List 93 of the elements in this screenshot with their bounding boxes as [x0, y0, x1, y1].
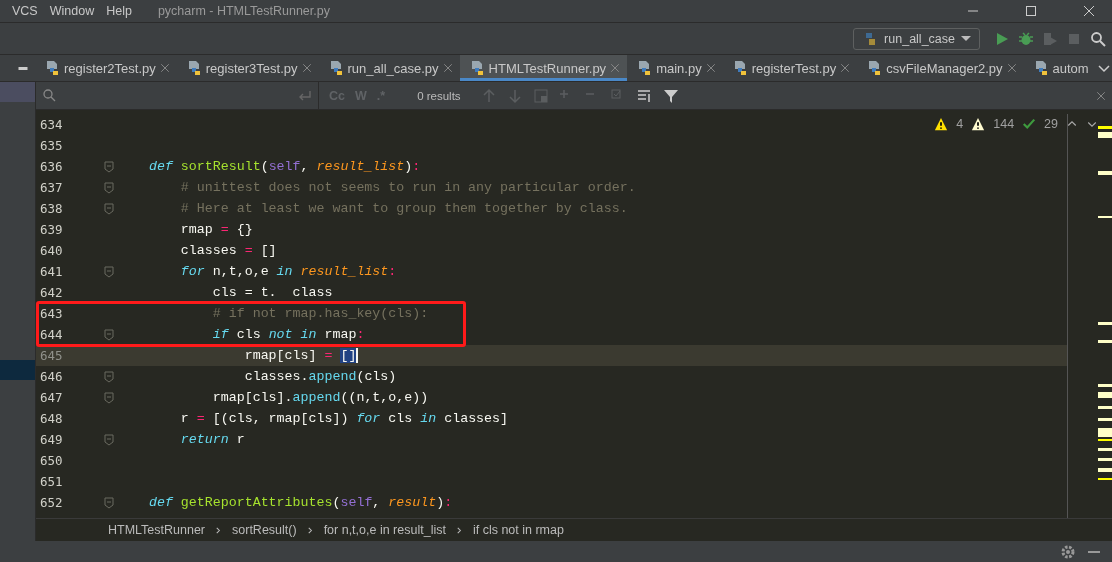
coverage-icon[interactable] [1042, 30, 1058, 47]
close-tab-icon[interactable] [442, 63, 453, 73]
search-icon [42, 87, 58, 104]
menu-item[interactable]: VCS [12, 4, 38, 18]
arrow-down-icon[interactable] [506, 87, 523, 104]
warning-icon[interactable] [934, 116, 949, 132]
fold-marker-icon[interactable] [104, 265, 114, 278]
error-count: 4 [956, 117, 964, 131]
chevron-right-icon [306, 526, 314, 534]
code-line: classes = [] [179, 243, 277, 258]
warning-icon[interactable] [971, 116, 986, 132]
fold-marker-icon[interactable] [104, 433, 114, 446]
fold-marker-icon[interactable] [104, 328, 114, 341]
close-tab-icon[interactable] [301, 63, 312, 73]
minimize-icon[interactable] [17, 66, 29, 70]
code-line: # if not rmap.has_key(cls): [211, 306, 429, 321]
line-number: 649 [39, 432, 64, 447]
code-line: return r [179, 432, 245, 447]
line-number: 642 [39, 285, 64, 300]
check-icon[interactable] [1022, 116, 1037, 132]
fold-marker-icon[interactable] [104, 391, 114, 404]
line-number: 638 [39, 201, 64, 216]
line-number: 647 [39, 390, 64, 405]
code-line: rmap = {} [179, 222, 253, 237]
line-number: 641 [39, 264, 64, 279]
breadcrumb[interactable]: for n,t,o,e in result_list [323, 523, 446, 537]
window-title: pycharm - HTMLTestRunner.py [157, 4, 331, 18]
close-tab-icon[interactable] [1006, 63, 1017, 73]
breadcrumb[interactable]: if cls not in rmap [472, 523, 564, 537]
breadcrumb[interactable]: sortResult() [232, 523, 297, 537]
editor-tab[interactable]: autom [1023, 55, 1096, 81]
fold-marker-icon[interactable] [104, 370, 114, 383]
python-file-icon [636, 60, 653, 76]
line-number: 652 [39, 495, 64, 510]
editor-tab[interactable]: csvFileManager2.py [857, 55, 1024, 81]
fold-marker-icon[interactable] [104, 496, 114, 509]
code-line: # Here at least we want to group them together by class. [179, 201, 628, 216]
editor-tab[interactable]: HTMLTestRunner.py [459, 55, 628, 81]
editor-tab[interactable]: register3Test.py [176, 55, 319, 81]
caret-icon [961, 36, 971, 41]
code-line: # unittest does not seems to run in any particular order. [179, 180, 636, 195]
editor-tab[interactable]: run_all_case.py [318, 55, 460, 81]
line-number: 639 [39, 222, 64, 237]
fold-marker-icon[interactable] [104, 202, 114, 215]
code-line: if cls not in rmap: [211, 327, 365, 342]
fold-marker-icon[interactable] [104, 160, 114, 173]
bug-icon[interactable] [1018, 30, 1034, 47]
run-configuration-dropdown[interactable]: run_all_case [853, 27, 980, 50]
close-tab-icon[interactable] [610, 63, 621, 73]
code-line: for n,t,o,e in result_list: [179, 264, 397, 279]
chevron-right-icon [455, 526, 463, 534]
line-number: 635 [39, 138, 64, 153]
code-line: r = [(cls, rmap[cls]) for cls in classes] [179, 411, 509, 426]
gear-icon[interactable] [1060, 543, 1076, 560]
line-number: 640 [39, 243, 64, 258]
code-line: classes.append(cls) [243, 369, 397, 384]
python-file-icon [44, 60, 60, 76]
line-number: 650 [39, 453, 64, 468]
typo-count: 29 [1044, 117, 1058, 131]
search-field[interactable] [42, 82, 319, 109]
select-all-icon[interactable] [532, 87, 549, 104]
line-number: 636 [39, 159, 64, 174]
line-number: 637 [39, 180, 64, 195]
menu-item[interactable]: Window [49, 4, 95, 18]
menu-item[interactable]: Help [106, 4, 132, 18]
close-search-icon[interactable] [1096, 90, 1106, 101]
python-file-icon [866, 60, 883, 76]
code-line: rmap[cls].append((n,t,o,e)) [211, 390, 429, 405]
line-number: 643 [39, 306, 64, 321]
line-number: 651 [39, 474, 64, 489]
breadcrumb[interactable]: HTMLTestRunner [108, 523, 206, 537]
close-tab-icon[interactable] [840, 63, 851, 73]
result-count: 0 results [417, 89, 461, 102]
line-number: 645 [39, 348, 64, 363]
filter-icon[interactable] [662, 87, 679, 104]
code-line: def sortResult(self, result_list): [147, 159, 421, 174]
editor-tab[interactable]: register2Test.py [35, 55, 177, 81]
close-tab-icon[interactable] [159, 63, 170, 73]
close-tab-icon[interactable] [705, 63, 716, 73]
warning-count: 144 [993, 117, 1015, 131]
search-icon[interactable] [1090, 30, 1106, 47]
line-number: 634 [39, 117, 64, 132]
code-line: cls = t. class [211, 285, 333, 300]
fold-marker-icon[interactable] [104, 181, 114, 194]
line-number: 646 [39, 369, 64, 384]
chevron-right-icon [215, 526, 223, 534]
play-icon[interactable] [994, 30, 1010, 47]
line-number: 644 [39, 327, 64, 342]
editor-tab[interactable]: registerTest.py [722, 55, 858, 81]
code-line: def getReportAttributes(self, result): [147, 495, 453, 510]
line-number: 648 [39, 411, 64, 426]
filter-lines-icon[interactable] [636, 87, 653, 104]
editor-tab[interactable]: main.py [627, 55, 723, 81]
